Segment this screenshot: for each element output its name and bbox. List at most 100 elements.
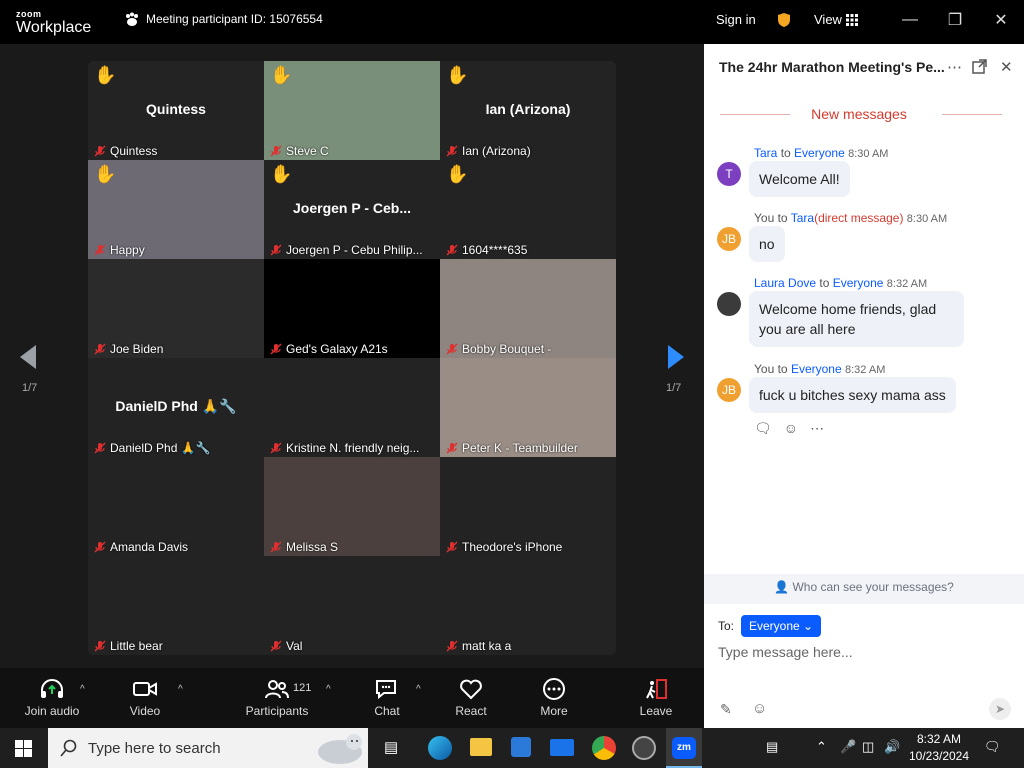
sign-in-button[interactable]: Sign in	[716, 12, 756, 27]
shield-icon[interactable]	[777, 12, 791, 28]
close-icon[interactable]: ✕	[987, 8, 1015, 32]
file-explorer-icon[interactable]	[470, 738, 492, 756]
video-tile[interactable]: Ged's Galaxy A21s	[264, 259, 440, 358]
reply-icon[interactable]: 🗨	[754, 420, 772, 437]
more-icon	[543, 678, 565, 700]
video-tile[interactable]: Val	[264, 556, 440, 655]
recipient-dropdown[interactable]: Everyone ⌄	[741, 615, 822, 637]
muted-mic-icon	[94, 145, 106, 157]
participant-name-label: Peter K - Teambuilder	[446, 441, 578, 455]
windows-start-icon[interactable]	[15, 740, 32, 757]
emoji-icon[interactable]: ☺	[752, 700, 767, 717]
video-tile[interactable]: ✋ Happy	[88, 160, 264, 259]
to-label: To:	[718, 619, 735, 633]
popout-icon[interactable]	[972, 59, 987, 74]
message-bubble[interactable]: no	[749, 226, 785, 262]
avatar[interactable]	[717, 292, 741, 316]
message-input[interactable]	[718, 644, 1008, 660]
video-tile[interactable]: ✋ Steve C	[264, 61, 440, 160]
who-can-see-messages-link[interactable]: 👤 Who can see your messages?	[704, 574, 1024, 604]
participant-name-label: Quintess	[94, 144, 157, 158]
edge-icon[interactable]	[428, 736, 452, 760]
participant-name-label: 1604****635	[446, 243, 527, 257]
more-actions-icon[interactable]: ⋯	[810, 420, 824, 437]
video-tile[interactable]: Joe Biden	[88, 259, 264, 358]
avatar[interactable]: JB	[717, 378, 741, 402]
message-bubble[interactable]: Welcome All!	[749, 161, 850, 197]
chevron-up-icon[interactable]: ⌃	[816, 739, 827, 755]
video-tile[interactable]: ✋ Quintess Quintess	[88, 61, 264, 160]
recipient-name[interactable]: Everyone	[794, 146, 845, 160]
participants-options-chevron-icon[interactable]: ^	[326, 684, 331, 695]
video-tile[interactable]: Amanda Davis	[88, 457, 264, 556]
clock-time[interactable]: 8:32 AM	[908, 732, 970, 746]
recipient-name[interactable]: Tara	[791, 211, 814, 225]
microphone-icon[interactable]: 🎤	[840, 739, 856, 755]
task-view-icon[interactable]: ▤	[384, 738, 398, 756]
next-page-icon[interactable]	[666, 343, 686, 371]
muted-mic-icon	[270, 640, 282, 652]
sender-name[interactable]: You	[754, 211, 774, 225]
message-actions: 🗨 ☺ ⋯	[754, 420, 824, 437]
store-icon[interactable]	[511, 737, 531, 757]
zoom-taskbar-button[interactable]: zm	[666, 728, 702, 768]
mail-icon[interactable]	[550, 739, 574, 756]
chat-icon	[376, 680, 396, 700]
video-tile[interactable]: Kristine N. friendly neig...	[264, 358, 440, 457]
minimize-icon[interactable]: —	[896, 8, 924, 32]
restore-icon[interactable]: ❐	[941, 8, 969, 32]
avatar[interactable]: JB	[717, 227, 741, 251]
previous-page-icon[interactable]	[18, 343, 38, 371]
participant-name-label: Ian (Arizona)	[446, 144, 531, 158]
more-button[interactable]: More	[529, 678, 579, 718]
news-widget-icon[interactable]: ▤	[766, 739, 778, 755]
audio-options-chevron-icon[interactable]: ^	[80, 684, 85, 695]
format-text-icon[interactable]: ✎	[720, 701, 732, 718]
taskbar-search[interactable]: Type here to search	[48, 728, 368, 768]
chat-options-chevron-icon[interactable]: ^	[416, 684, 421, 695]
raised-hand-icon: ✋	[270, 65, 293, 85]
muted-mic-icon	[270, 343, 282, 355]
video-tile[interactable]: matt ka a	[440, 556, 616, 655]
send-icon[interactable]: ➤	[989, 698, 1011, 720]
chat-more-options-icon[interactable]: ⋯	[947, 58, 962, 76]
network-icon[interactable]: ◫	[862, 739, 874, 755]
react-label: React	[455, 704, 487, 718]
leave-button[interactable]: Leave	[631, 678, 681, 718]
chrome-icon[interactable]	[592, 736, 616, 760]
video-tile[interactable]: DanielD Phd 🙏🔧 DanielD Phd 🙏🔧	[88, 358, 264, 457]
recipient-name[interactable]: Everyone	[791, 362, 842, 376]
message-bubble[interactable]: Welcome home friends, glad you are all h…	[749, 291, 964, 347]
clock-date[interactable]: 10/23/2024	[908, 749, 970, 763]
sender-name[interactable]: Laura Dove	[754, 276, 816, 290]
react-button[interactable]: React	[446, 678, 496, 718]
sender-name[interactable]: Tara	[754, 146, 777, 160]
video-tile[interactable]: ✋ Ian (Arizona) Ian (Arizona)	[440, 61, 616, 160]
chat-button[interactable]: Chat	[362, 678, 412, 718]
close-chat-icon[interactable]: ✕	[1000, 58, 1013, 76]
video-tile[interactable]: ✋ Joergen P - Ceb... Joergen P - Cebu Phil…	[264, 160, 440, 259]
view-button[interactable]: View	[814, 12, 842, 27]
join-audio-button[interactable]: Join audio	[22, 678, 82, 718]
video-tile[interactable]: ✋ 1604****635	[440, 160, 616, 259]
message-time: 8:32 AM	[845, 364, 886, 376]
grid-view-icon[interactable]	[846, 14, 858, 26]
video-tile[interactable]: Melissa S	[264, 457, 440, 556]
obs-icon[interactable]	[632, 736, 656, 760]
video-options-chevron-icon[interactable]: ^	[178, 684, 183, 695]
video-tile[interactable]: Theodore's iPhone	[440, 457, 616, 556]
message-bubble[interactable]: fuck u bitches sexy mama ass	[749, 377, 956, 413]
volume-icon[interactable]: 🔊	[884, 739, 900, 755]
join-audio-label: Join audio	[24, 704, 80, 718]
video-tile[interactable]: Bobby Bouquet -	[440, 259, 616, 358]
notifications-icon[interactable]: 🗨	[984, 739, 1001, 755]
recipient-name[interactable]: Everyone	[833, 276, 884, 290]
video-button[interactable]: Video	[120, 678, 170, 718]
avatar[interactable]: T	[717, 162, 741, 186]
video-tile[interactable]: Little bear	[88, 556, 264, 655]
sender-name[interactable]: You	[754, 362, 774, 376]
heart-icon	[460, 679, 482, 700]
chat-title: The 24hr Marathon Meeting's Pe...	[719, 59, 945, 75]
add-reaction-icon[interactable]: ☺	[784, 420, 798, 437]
video-tile[interactable]: Peter K - Teambuilder	[440, 358, 616, 457]
